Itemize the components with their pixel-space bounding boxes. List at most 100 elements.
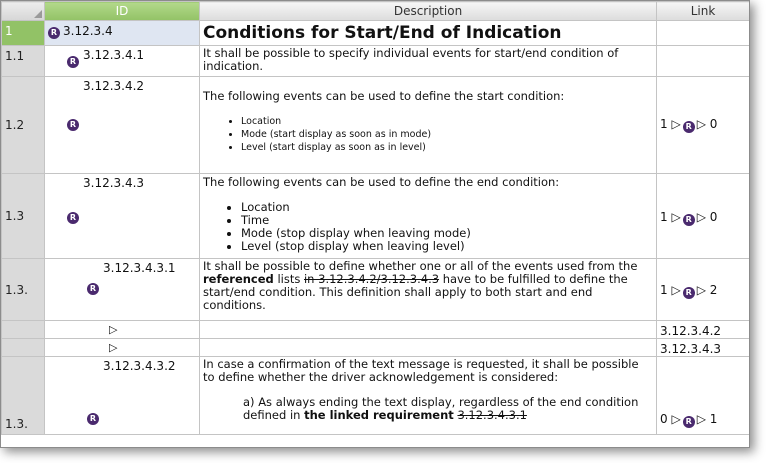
- row-number[interactable]: [1, 320, 45, 339]
- link-cell[interactable]: 3.12.3.4.2: [656, 320, 749, 339]
- row-number[interactable]: 1.3.: [1, 356, 45, 435]
- requirement-icon: R: [682, 287, 695, 299]
- link-cell[interactable]: [656, 20, 749, 46]
- description-cell[interactable]: Conditions for Start/End of Indication: [199, 20, 657, 46]
- incoming-link-count: 1: [660, 210, 668, 224]
- link-arrow-icon: ▷: [671, 283, 681, 297]
- column-header-id[interactable]: ID: [44, 1, 200, 21]
- description-cell[interactable]: It shall be possible to specify individu…: [199, 45, 657, 77]
- id-cell[interactable]: 3.12.3.4.2 R: [44, 76, 200, 174]
- table-row[interactable]: 1.2 3.12.3.4.2 R The following events ca…: [1, 76, 749, 174]
- requirement-icon: R: [67, 119, 79, 131]
- requirement-icon: R: [682, 416, 695, 428]
- outgoing-link-count: 2: [709, 283, 718, 297]
- description-cell[interactable]: In case a confirmation of the text messa…: [199, 356, 657, 435]
- row-number[interactable]: 1: [1, 20, 45, 46]
- link-arrow-icon: ▷: [671, 412, 681, 426]
- id-cell[interactable]: 3.12.3.4.3.2 R: [44, 356, 200, 435]
- link-summary[interactable]: 0 ▷ R ▷ 1: [660, 412, 717, 428]
- column-header-description[interactable]: Description: [199, 1, 657, 21]
- row-number[interactable]: 1.2: [1, 76, 45, 174]
- table-row[interactable]: 1.3. 3.12.3.4.3.1 R It shall be possible…: [1, 258, 749, 321]
- outgoing-link-count: 1: [709, 412, 718, 426]
- requirement-id: 3.12.3.4.3.2: [103, 359, 176, 373]
- outgoing-link-count: 0: [709, 210, 718, 224]
- link-cell[interactable]: 1 ▷ R ▷ 0: [656, 76, 749, 174]
- link-cell[interactable]: 1 ▷ R ▷ 0: [656, 173, 749, 259]
- bold-term: referenced: [203, 272, 274, 286]
- requirement-id: 3.12.3.4: [63, 24, 113, 38]
- column-header-link[interactable]: Link: [656, 1, 749, 21]
- bold-term: the linked requirement: [304, 408, 454, 422]
- requirement-icon: R: [682, 214, 695, 226]
- link-arrow-icon: ▷: [671, 210, 681, 224]
- id-cell[interactable]: ▷: [44, 320, 200, 339]
- row-number[interactable]: 1.1: [1, 45, 45, 77]
- requirement-id: 3.12.3.4.3.1: [103, 261, 176, 275]
- description-intro: The following events can be used to defi…: [203, 175, 560, 189]
- requirement-icon: R: [48, 27, 60, 39]
- list-item: Mode (start display as soon as in mode): [241, 128, 653, 141]
- id-cell[interactable]: 3.12.3.4.3 R: [44, 173, 200, 259]
- description-cell[interactable]: [199, 320, 657, 339]
- link-cell[interactable]: 0 ▷ R ▷ 1: [656, 356, 749, 435]
- link-arrow-icon: ▷: [671, 117, 681, 131]
- link-reference[interactable]: 3.12.3.4.3: [660, 342, 721, 356]
- row-number[interactable]: 1.3.: [1, 258, 45, 321]
- list-item: a) As always ending the text display, re…: [243, 396, 653, 422]
- description-text: It shall be possible to define whether o…: [203, 259, 638, 273]
- struck-reference: 3.12.3.4.3.1: [457, 408, 527, 422]
- requirements-table: ID Description Link 1 R 3.12.3.4 Conditi…: [1, 1, 749, 435]
- link-arrow-icon: ▷: [696, 117, 706, 131]
- incoming-link-count: 0: [660, 412, 668, 426]
- list-item: Level (start display as soon as in level…: [241, 141, 653, 154]
- outgoing-link-count: 0: [709, 117, 718, 131]
- requirement-id: 3.12.3.4.3: [83, 176, 145, 190]
- requirement-icon: R: [87, 283, 99, 295]
- link-reference[interactable]: 3.12.3.4.2: [660, 324, 721, 338]
- description-intro: In case a confirmation of the text messa…: [203, 357, 639, 384]
- link-summary[interactable]: 1 ▷ R ▷ 2: [660, 283, 717, 299]
- link-summary[interactable]: 1 ▷ R ▷ 0: [660, 210, 717, 226]
- link-cell[interactable]: 1 ▷ R ▷ 2: [656, 258, 749, 321]
- table-row[interactable]: 1.3. 3.12.3.4.3.2 R In case a confirmati…: [1, 356, 749, 435]
- description-cell[interactable]: It shall be possible to define whether o…: [199, 258, 657, 321]
- list-item: Level (stop display when leaving level): [241, 240, 653, 253]
- table-row[interactable]: 1.1 R 3.12.3.4.1 It shall be possible to…: [1, 45, 749, 77]
- requirements-window: ID Description Link 1 R 3.12.3.4 Conditi…: [0, 0, 750, 448]
- table-row[interactable]: ▷ 3.12.3.4.2: [1, 320, 749, 339]
- link-arrow-icon[interactable]: ▷: [109, 341, 117, 354]
- requirement-id: 3.12.3.4.2: [83, 79, 145, 93]
- table-row[interactable]: 1.3 3.12.3.4.3 R The following events ca…: [1, 173, 749, 259]
- description-cell[interactable]: [199, 338, 657, 357]
- link-arrow-icon[interactable]: ▷: [109, 323, 117, 336]
- requirement-icon: R: [67, 212, 79, 224]
- row-number[interactable]: 1.3: [1, 173, 45, 259]
- list-item: Location: [241, 201, 653, 214]
- link-cell[interactable]: 3.12.3.4.3: [656, 338, 749, 357]
- select-all-corner[interactable]: [1, 1, 45, 21]
- requirement-icon: R: [682, 121, 695, 133]
- table-row[interactable]: ▷ 3.12.3.4.3: [1, 338, 749, 357]
- id-cell[interactable]: 3.12.3.4.3.1 R: [44, 258, 200, 321]
- bullet-list: Location Time Mode (stop display when le…: [203, 201, 653, 253]
- corner-triangle-icon: [34, 10, 42, 18]
- requirement-icon: R: [67, 56, 79, 68]
- link-summary[interactable]: 1 ▷ R ▷ 0: [660, 117, 717, 133]
- description-intro: The following events can be used to defi…: [203, 89, 565, 103]
- requirement-icon: R: [87, 413, 99, 425]
- description-cell[interactable]: The following events can be used to defi…: [199, 173, 657, 259]
- id-cell[interactable]: R 3.12.3.4: [44, 20, 200, 46]
- list-item: Location: [241, 115, 653, 128]
- link-cell[interactable]: [656, 45, 749, 77]
- link-arrow-icon: ▷: [696, 210, 706, 224]
- struck-reference: in 3.12.3.4.2/3.12.3.4.3: [303, 272, 440, 286]
- row-number[interactable]: [1, 338, 45, 357]
- id-cell[interactable]: ▷: [44, 338, 200, 357]
- description-cell[interactable]: The following events can be used to defi…: [199, 76, 657, 174]
- section-heading: Conditions for Start/End of Indication: [203, 23, 562, 43]
- header-row: ID Description Link: [1, 1, 749, 21]
- link-arrow-icon: ▷: [696, 283, 706, 297]
- table-row[interactable]: 1 R 3.12.3.4 Conditions for Start/End of…: [1, 20, 749, 46]
- id-cell[interactable]: R 3.12.3.4.1: [44, 45, 200, 77]
